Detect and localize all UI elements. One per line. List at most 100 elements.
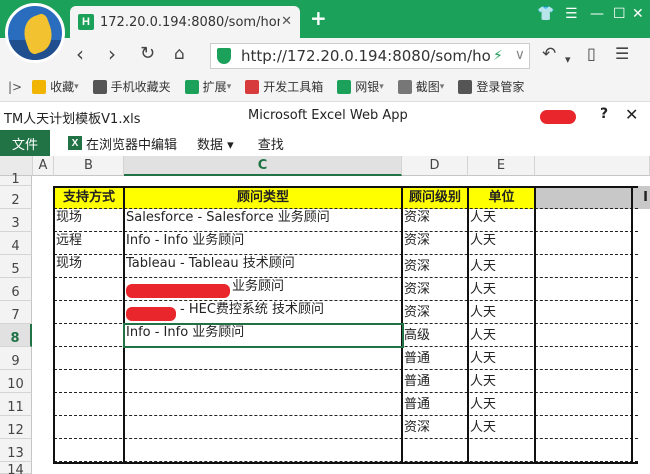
minimize-icon[interactable]: —: [590, 6, 604, 22]
cell-support[interactable]: [54, 301, 124, 324]
cell-support[interactable]: 现场: [54, 209, 124, 232]
row-header-13[interactable]: 13: [0, 439, 32, 462]
address-bar[interactable]: http://172.20.0.194:8080/som/ho ⚡ ∨: [210, 43, 530, 69]
cell-level[interactable]: 资深: [402, 209, 468, 232]
cell-support[interactable]: [54, 324, 124, 347]
cell-type[interactable]: 业务顾问: [230, 278, 402, 301]
help-icon[interactable]: ?: [600, 106, 608, 122]
column-header-f[interactable]: [535, 156, 650, 176]
cell-type[interactable]: [124, 347, 402, 370]
tab-title: 172.20.0.194:8080/som/hom/c: [100, 14, 280, 30]
cell-unit[interactable]: 人天: [468, 232, 535, 255]
devtools-icon: [245, 79, 260, 94]
cell-level[interactable]: 资深: [402, 232, 468, 255]
column-header-e[interactable]: E: [468, 156, 535, 176]
home-icon[interactable]: ⌂: [174, 44, 185, 64]
row-header-2[interactable]: 2: [0, 186, 32, 209]
star-icon: [32, 79, 47, 94]
skin-icon[interactable]: 👕: [537, 6, 554, 22]
data-menu[interactable]: 数据 ▾: [197, 134, 234, 153]
bookmark-item[interactable]: 收藏 ▾: [32, 78, 79, 95]
bookmark-item[interactable]: 手机收藏夹: [92, 78, 171, 95]
cell-type[interactable]: [124, 370, 402, 393]
cell-support[interactable]: 现场: [54, 255, 124, 278]
refresh-icon[interactable]: ↻: [140, 44, 155, 64]
selected-cell-c8[interactable]: [123, 323, 404, 348]
file-name: TM人天计划模板V1.xls: [4, 112, 141, 127]
bookmark-dropdown-icon[interactable]: ▾: [227, 82, 232, 92]
maximize-icon[interactable]: ☐: [613, 6, 626, 22]
address-dropdown-icon[interactable]: ∨: [515, 47, 525, 63]
row-header-7[interactable]: 7: [0, 301, 32, 324]
bookmark-label: 登录管家: [476, 80, 525, 94]
cell-type[interactable]: Salesforce - Salesforce 业务顾问: [124, 209, 402, 232]
cell-type[interactable]: - HEC费控系统 技术顾问: [178, 301, 402, 324]
column-header-c[interactable]: C: [124, 156, 402, 176]
row-header-3[interactable]: 3: [0, 209, 32, 232]
cell-support[interactable]: [54, 347, 124, 370]
row-header-1[interactable]: 1: [0, 173, 32, 186]
header-cell-support[interactable]: 支持方式: [54, 186, 124, 209]
row-header-4[interactable]: 4: [0, 232, 32, 255]
cell-support[interactable]: [54, 370, 124, 393]
user-avatar[interactable]: [5, 3, 65, 63]
row-header-9[interactable]: 9: [0, 347, 32, 370]
browser-tab[interactable]: H 172.20.0.194:8080/som/hom/c ✕: [70, 6, 300, 38]
bookmark-item[interactable]: 开发工具箱: [245, 78, 323, 95]
cell-support[interactable]: [54, 393, 124, 416]
file-tab[interactable]: 文件: [0, 130, 50, 156]
bookmark-item[interactable]: 登录管家: [458, 78, 524, 95]
menu-icon[interactable]: ☰: [565, 6, 578, 22]
cell-support[interactable]: [54, 278, 124, 301]
column-header-d[interactable]: D: [402, 156, 468, 176]
back-icon[interactable]: ‹: [76, 44, 84, 64]
row-header-10[interactable]: 10: [0, 370, 32, 393]
row-border: [54, 231, 638, 232]
url-text[interactable]: http://172.20.0.194:8080/som/ho: [241, 47, 491, 65]
column-header-b[interactable]: B: [54, 156, 124, 176]
undo-dropdown-icon[interactable]: ▾: [565, 50, 571, 70]
mobile-icon[interactable]: ▯: [587, 44, 596, 64]
speed-mode-icon[interactable]: ⚡: [493, 48, 503, 64]
row-header-8[interactable]: 8: [0, 324, 32, 347]
tab-close-icon[interactable]: ✕: [281, 14, 292, 29]
cell-type[interactable]: [124, 393, 402, 416]
bank-icon: [337, 79, 352, 94]
spreadsheet-grid[interactable]: A B C D E 1 2 3 4 5 6 7 8 9 10 11 12 13 14 支持方式 顾问类型 顾问级别 单位 I 现…: [0, 156, 650, 474]
cell-type[interactable]: Tableau - Tableau 技术顾问: [124, 255, 402, 278]
close-icon[interactable]: ✕: [625, 105, 638, 124]
forward-icon[interactable]: ›: [108, 44, 116, 64]
bookmark-item[interactable]: 扩展 ▾: [184, 78, 232, 95]
new-tab-button[interactable]: +: [310, 8, 327, 28]
bookmark-item[interactable]: 网银 ▾: [337, 78, 384, 95]
navigation-bar: ‹ › ↻ ⌂ http://172.20.0.194:8080/som/ho …: [0, 38, 650, 72]
row-header-5[interactable]: 5: [0, 255, 32, 278]
cell-type[interactable]: [124, 416, 402, 439]
row-header-11[interactable]: 11: [0, 393, 32, 416]
column-header-a[interactable]: A: [33, 156, 54, 176]
browser-menu-icon[interactable]: ☰: [615, 44, 629, 64]
bookmark-dropdown-icon[interactable]: ▾: [74, 82, 79, 92]
undo-icon[interactable]: ↶: [542, 44, 556, 64]
cell-unit[interactable]: 人天: [468, 209, 535, 232]
bookmark-dropdown-icon[interactable]: ▾: [379, 82, 384, 92]
window-close-icon[interactable]: ✕: [632, 6, 644, 22]
cell-type[interactable]: Info - Info 业务顾问: [124, 232, 402, 255]
cell-support[interactable]: 远程: [54, 232, 124, 255]
bookmark-item[interactable]: 截图 ▾: [397, 78, 445, 95]
bookmark-dropdown-icon[interactable]: ▾: [440, 82, 445, 92]
header-cell-unit[interactable]: 单位: [468, 186, 535, 209]
cell-support[interactable]: [54, 416, 124, 439]
sidebar-toggle-icon[interactable]: |>: [8, 80, 22, 94]
header-cell-level[interactable]: 顾问级别: [402, 186, 468, 209]
row-header-14[interactable]: 14: [0, 462, 32, 474]
row-header-6[interactable]: 6: [0, 278, 32, 301]
phone-icon: [92, 79, 107, 94]
header-cell-type[interactable]: 顾问类型: [124, 186, 402, 209]
row-header-12[interactable]: 12: [0, 416, 32, 439]
edit-in-browser-label: 在浏览器中编辑: [86, 137, 178, 153]
column-border: [53, 186, 55, 464]
edit-in-browser-button[interactable]: X 在浏览器中编辑: [68, 134, 177, 153]
find-button[interactable]: 查找: [258, 134, 284, 153]
row-border: [54, 300, 638, 301]
